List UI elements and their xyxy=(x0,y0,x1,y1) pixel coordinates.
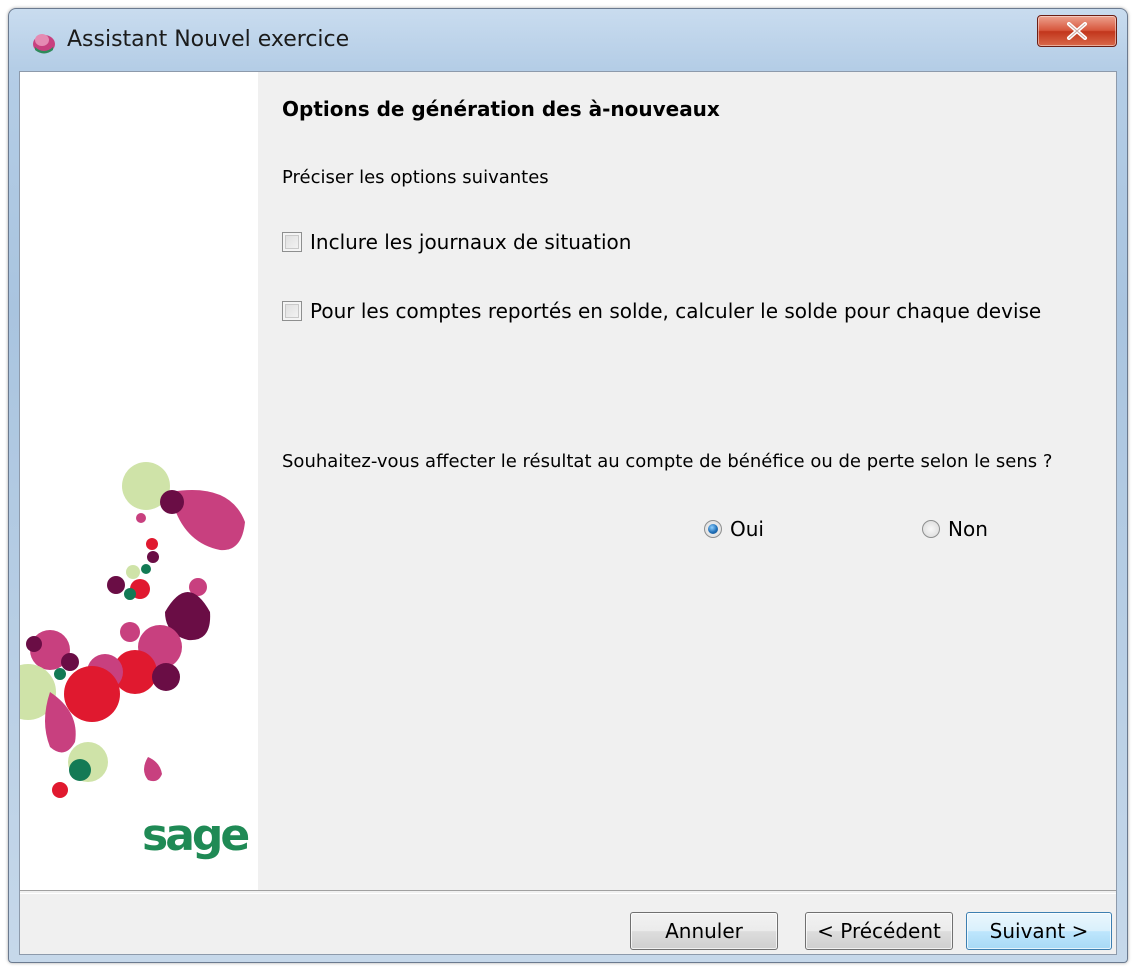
instruction-text: Préciser les options suivantes xyxy=(282,167,549,188)
allocate-result-question: Souhaitez-vous affecter le résultat au c… xyxy=(282,451,1053,472)
cancel-button[interactable]: Annuler xyxy=(630,912,778,950)
radio-yes-label[interactable]: Oui xyxy=(730,517,764,541)
previous-button[interactable]: < Précédent xyxy=(805,912,953,950)
close-button[interactable] xyxy=(1037,15,1117,47)
radio-yes[interactable] xyxy=(704,520,722,538)
radio-no[interactable] xyxy=(922,520,940,538)
wizard-content: Options de génération des à-nouveaux Pré… xyxy=(282,72,1116,890)
app-icon xyxy=(33,34,55,54)
radio-no-label[interactable]: Non xyxy=(948,517,988,541)
balance-per-currency-checkbox[interactable] xyxy=(282,301,302,321)
balance-per-currency-checkbox-row[interactable]: Pour les comptes reportés en solde, calc… xyxy=(282,299,1041,323)
include-situation-journals-checkbox[interactable] xyxy=(282,232,302,252)
next-button[interactable]: Suivant > xyxy=(966,912,1112,950)
radio-yes-row[interactable]: Oui xyxy=(704,517,764,541)
radio-no-row[interactable]: Non xyxy=(922,517,988,541)
decorative-petals-illustration xyxy=(20,462,245,798)
footer-separator xyxy=(20,890,1116,894)
dialog-client-area: sage Options de génération des à-nouveau… xyxy=(19,71,1117,955)
title-bar[interactable]: Assistant Nouvel exercice xyxy=(9,9,1127,67)
page-title: Options de génération des à-nouveaux xyxy=(282,97,720,121)
balance-per-currency-label[interactable]: Pour les comptes reportés en solde, calc… xyxy=(310,299,1041,323)
include-situation-journals-label[interactable]: Inclure les journaux de situation xyxy=(310,230,631,254)
sidebar-artwork-panel: sage xyxy=(20,72,258,890)
include-situation-journals-checkbox-row[interactable]: Inclure les journaux de situation xyxy=(282,230,631,254)
sage-logo: sage xyxy=(142,810,250,861)
window-title: Assistant Nouvel exercice xyxy=(67,27,350,52)
close-icon xyxy=(1067,22,1087,40)
dialog-window: Assistant Nouvel exercice sage Options d… xyxy=(8,8,1128,963)
